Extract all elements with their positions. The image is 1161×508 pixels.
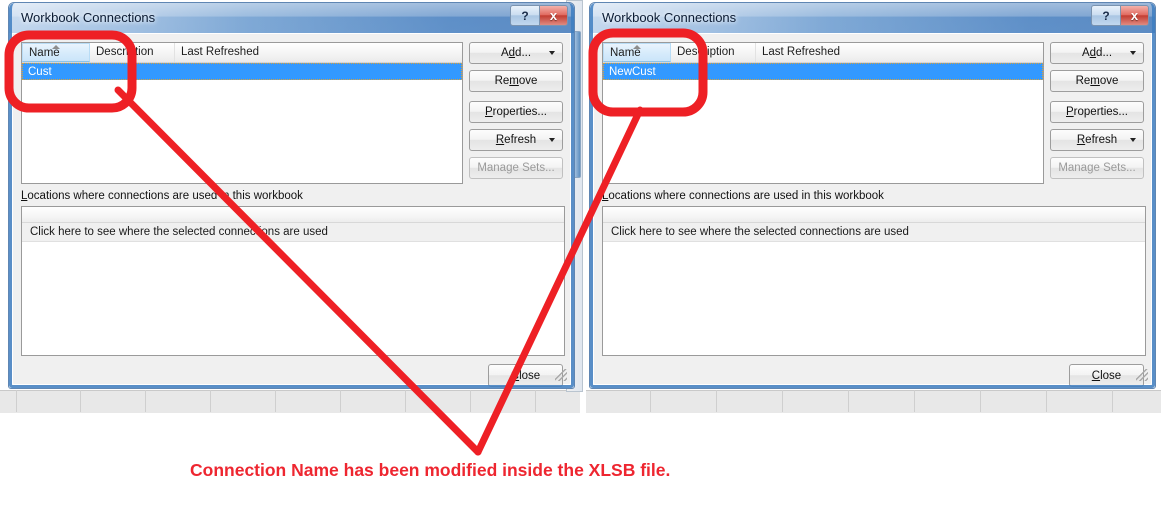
locations-label: Locations where connections are used in … [602,190,884,202]
locations-label: Locations where connections are used in … [21,190,303,202]
help-icon[interactable]: ? [510,5,539,26]
close-icon[interactable]: x [539,5,568,26]
table-row[interactable]: NewCust [603,63,1043,80]
remove-button[interactable]: Remove [1050,70,1144,92]
resize-grip[interactable] [555,369,567,381]
column-header-name[interactable]: Name [22,43,90,62]
connection-name-cell: NewCust [609,65,656,78]
refresh-button[interactable]: Refresh [469,129,563,151]
close-button[interactable]: Close [488,364,563,387]
locations-hint-row[interactable]: Click here to see where the selected con… [603,223,1145,242]
excel-gridline [650,390,651,412]
excel-gridline [275,390,276,412]
excel-gridline [1112,390,1113,412]
excel-gridline [848,390,849,412]
dialog-body: Name Description Last Refreshed Cust Add… [12,33,571,387]
column-header-label: Description [96,46,154,58]
remove-button[interactable]: Remove [469,70,563,92]
chevron-down-icon[interactable] [1130,51,1136,55]
excel-gridline [210,390,211,412]
column-header-label: Description [677,46,735,58]
excel-gridline [340,390,341,412]
excel-gridline [535,390,536,412]
properties-button[interactable]: Properties... [1050,101,1144,123]
chevron-down-icon[interactable] [549,138,555,142]
locations-listview[interactable]: Click here to see where the selected con… [21,206,565,356]
close-button[interactable]: Close [1069,364,1144,387]
add-button[interactable]: Add... [469,42,563,64]
sort-ascending-icon [633,45,641,49]
excel-gridline [716,390,717,412]
sort-ascending-icon [52,45,60,49]
listview-header: Name Description Last Refreshed [22,43,462,63]
locations-hint-row[interactable]: Click here to see where the selected con… [22,223,564,242]
column-header-last-refreshed[interactable]: Last Refreshed [756,43,1043,62]
properties-button[interactable]: Properties... [469,101,563,123]
connections-listview[interactable]: Name Description Last Refreshed NewCust [602,42,1044,184]
excel-background-strip [586,390,1161,413]
resize-grip[interactable] [1136,369,1148,381]
dialog-body: Name Description Last Refreshed NewCust … [593,33,1152,387]
column-header-label: Last Refreshed [762,46,840,58]
column-header-last-refreshed[interactable]: Last Refreshed [175,43,462,62]
chevron-down-icon[interactable] [549,51,555,55]
excel-gridline [470,390,471,412]
connection-name-cell: Cust [28,65,52,78]
workbook-connections-dialog-after: Workbook Connections ? x Name Descriptio… [589,2,1156,389]
close-icon[interactable]: x [1120,5,1149,26]
chevron-down-icon[interactable] [1130,138,1136,142]
excel-gridline [145,390,146,412]
excel-gridline [80,390,81,412]
workbook-connections-dialog-before: Workbook Connections ? x Name Descriptio… [8,2,575,389]
annotation-caption: Connection Name has been modified inside… [190,460,671,480]
listview-header: Name Description Last Refreshed [603,43,1043,63]
excel-background-strip [0,390,580,413]
locations-header [603,207,1145,223]
add-button[interactable]: Add... [1050,42,1144,64]
locations-listview[interactable]: Click here to see where the selected con… [602,206,1146,356]
locations-header [22,207,564,223]
table-row[interactable]: Cust [22,63,462,80]
locations-hint-text: Click here to see where the selected con… [611,226,909,238]
locations-hint-text: Click here to see where the selected con… [30,226,328,238]
excel-gridline [782,390,783,412]
excel-gridline [16,390,17,412]
excel-gridline [914,390,915,412]
excel-gridline [1046,390,1047,412]
screenshot-root: Workbook Connections ? x Name Descriptio… [0,0,1161,508]
column-header-label: Last Refreshed [181,46,259,58]
dialog-title: Workbook Connections [602,10,737,25]
help-icon[interactable]: ? [1091,5,1120,26]
refresh-button[interactable]: Refresh [1050,129,1144,151]
column-header-name[interactable]: Name [603,43,671,62]
titlebar-buttons: ? x [1091,5,1149,26]
excel-gridline [980,390,981,412]
manage-sets-button: Manage Sets... [469,157,563,179]
connections-listview[interactable]: Name Description Last Refreshed Cust [21,42,463,184]
locations-label-text: ocations where connections are used in t… [608,190,884,202]
column-header-description[interactable]: Description [671,43,756,62]
column-header-description[interactable]: Description [90,43,175,62]
titlebar-buttons: ? x [510,5,568,26]
dialog-title: Workbook Connections [21,10,156,25]
excel-gridline [405,390,406,412]
manage-sets-button: Manage Sets... [1050,157,1144,179]
locations-label-text: ocations where connections are used in t… [27,190,303,202]
